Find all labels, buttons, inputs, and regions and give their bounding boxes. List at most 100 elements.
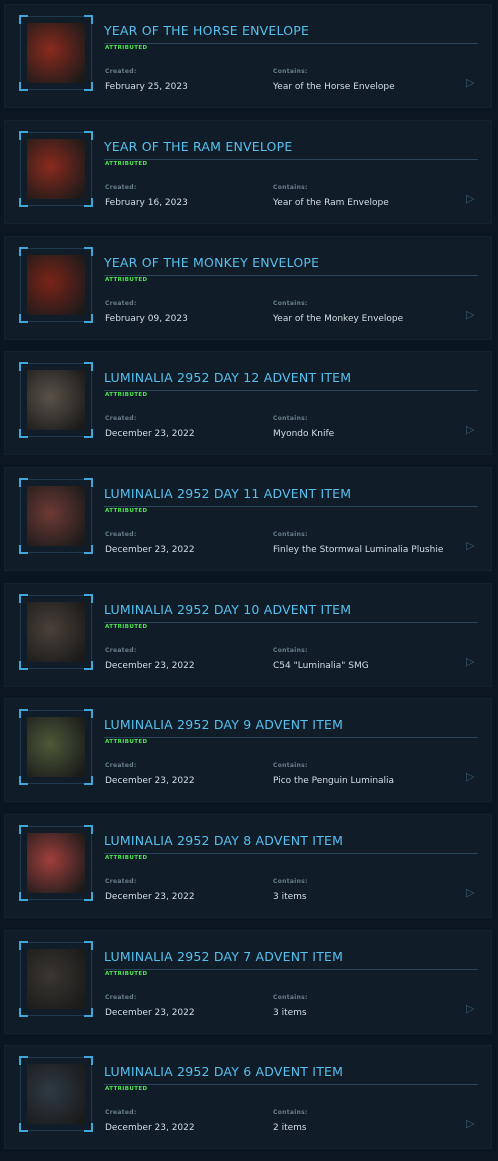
pledge-item-card[interactable]: LUMINALIA 2952 DAY 8 ADVENT ITEM ATTRIBU… (4, 814, 492, 918)
item-title[interactable]: LUMINALIA 2952 DAY 11 ADVENT ITEM (104, 486, 478, 507)
ship-image (27, 1064, 85, 1124)
item-title[interactable]: LUMINALIA 2952 DAY 9 ADVENT ITEM (104, 717, 478, 738)
item-thumbnail[interactable] (19, 594, 93, 670)
expand-arrow-icon[interactable]: ▷ (466, 655, 474, 668)
item-thumbnail[interactable] (19, 1056, 93, 1132)
contains-value: Year of the Monkey Envelope (273, 314, 404, 324)
contains-label: Contains: (273, 300, 308, 307)
pledge-item-card[interactable]: YEAR OF THE MONKEY ENVELOPE ATTRIBUTED C… (4, 236, 492, 340)
status-badge: ATTRIBUTED (105, 508, 148, 514)
item-title[interactable]: YEAR OF THE RAM ENVELOPE (104, 139, 478, 160)
status-badge: ATTRIBUTED (105, 1086, 148, 1092)
pledge-item-card[interactable]: LUMINALIA 2952 DAY 11 ADVENT ITEM ATTRIB… (4, 467, 492, 571)
contains-label: Contains: (273, 531, 308, 538)
created-date: December 23, 2022 (105, 1008, 195, 1018)
red-envelope-image (27, 23, 85, 83)
contains-value: Pico the Penguin Luminalia (273, 776, 395, 786)
red-envelope-image (27, 139, 85, 199)
outfit-image (27, 833, 85, 893)
knife-image (27, 370, 85, 430)
created-date: December 23, 2022 (105, 776, 195, 786)
created-label: Created: (105, 994, 137, 1001)
item-thumbnail[interactable] (19, 362, 93, 438)
created-label: Created: (105, 1109, 137, 1116)
created-label: Created: (105, 878, 137, 885)
expand-arrow-icon[interactable]: ▷ (466, 76, 474, 89)
pledge-item-card[interactable]: LUMINALIA 2952 DAY 7 ADVENT ITEM ATTRIBU… (4, 930, 492, 1034)
item-title[interactable]: LUMINALIA 2952 DAY 10 ADVENT ITEM (104, 602, 478, 623)
contains-label: Contains: (273, 415, 308, 422)
item-thumbnail[interactable] (19, 478, 93, 554)
expand-arrow-icon[interactable]: ▷ (466, 886, 474, 899)
contains-value: 3 items (273, 1008, 307, 1018)
expand-arrow-icon[interactable]: ▷ (466, 1117, 474, 1130)
created-date: December 23, 2022 (105, 429, 195, 439)
pledge-item-card[interactable]: LUMINALIA 2952 DAY 12 ADVENT ITEM ATTRIB… (4, 351, 492, 455)
item-title[interactable]: LUMINALIA 2952 DAY 12 ADVENT ITEM (104, 370, 478, 391)
weapons-rack-image (27, 949, 85, 1009)
item-thumbnail[interactable] (19, 709, 93, 785)
contains-label: Contains: (273, 994, 308, 1001)
contains-value: 3 items (273, 892, 307, 902)
item-title[interactable]: YEAR OF THE MONKEY ENVELOPE (104, 255, 478, 276)
item-title[interactable]: LUMINALIA 2952 DAY 6 ADVENT ITEM (104, 1064, 478, 1085)
item-title[interactable]: LUMINALIA 2952 DAY 7 ADVENT ITEM (104, 949, 478, 970)
status-badge: ATTRIBUTED (105, 971, 148, 977)
contains-label: Contains: (273, 184, 308, 191)
expand-arrow-icon[interactable]: ▷ (466, 770, 474, 783)
created-label: Created: (105, 531, 137, 538)
status-badge: ATTRIBUTED (105, 45, 148, 51)
penguin-plushie-image (27, 717, 85, 777)
created-date: December 23, 2022 (105, 1123, 195, 1133)
expand-arrow-icon[interactable]: ▷ (466, 192, 474, 205)
pledge-item-card[interactable]: LUMINALIA 2952 DAY 9 ADVENT ITEM ATTRIBU… (4, 698, 492, 802)
pledge-item-card[interactable]: YEAR OF THE HORSE ENVELOPE ATTRIBUTED Cr… (4, 4, 492, 108)
item-thumbnail[interactable] (19, 131, 93, 207)
status-badge: ATTRIBUTED (105, 392, 148, 398)
contains-value: C54 "Luminalia" SMG (273, 661, 369, 671)
red-envelope-image (27, 255, 85, 315)
contains-label: Contains: (273, 762, 308, 769)
contains-value: Year of the Ram Envelope (273, 198, 389, 208)
expand-arrow-icon[interactable]: ▷ (466, 539, 474, 552)
created-label: Created: (105, 300, 137, 307)
pledge-item-card[interactable]: YEAR OF THE RAM ENVELOPE ATTRIBUTED Crea… (4, 120, 492, 224)
item-thumbnail[interactable] (19, 941, 93, 1017)
contains-label: Contains: (273, 1109, 308, 1116)
item-thumbnail[interactable] (19, 247, 93, 323)
created-date: February 25, 2023 (105, 82, 188, 92)
status-badge: ATTRIBUTED (105, 277, 148, 283)
created-date: December 23, 2022 (105, 892, 195, 902)
contains-label: Contains: (273, 68, 308, 75)
status-badge: ATTRIBUTED (105, 739, 148, 745)
status-badge: ATTRIBUTED (105, 855, 148, 861)
plushie-image (27, 486, 85, 546)
created-label: Created: (105, 68, 137, 75)
created-date: February 09, 2023 (105, 314, 188, 324)
smg-image (27, 602, 85, 662)
created-label: Created: (105, 415, 137, 422)
contains-label: Contains: (273, 878, 308, 885)
created-date: December 23, 2022 (105, 661, 195, 671)
contains-value: Finley the Stormwal Luminalia Plushie (273, 545, 444, 555)
expand-arrow-icon[interactable]: ▷ (466, 1002, 474, 1015)
created-date: February 16, 2023 (105, 198, 188, 208)
contains-value: Myondo Knife (273, 429, 335, 439)
created-label: Created: (105, 647, 137, 654)
created-label: Created: (105, 184, 137, 191)
item-thumbnail[interactable] (19, 825, 93, 901)
expand-arrow-icon[interactable]: ▷ (466, 423, 474, 436)
pledge-item-list: YEAR OF THE HORSE ENVELOPE ATTRIBUTED Cr… (0, 0, 498, 1161)
pledge-item-card[interactable]: LUMINALIA 2952 DAY 10 ADVENT ITEM ATTRIB… (4, 583, 492, 687)
expand-arrow-icon[interactable]: ▷ (466, 308, 474, 321)
contains-value: Year of the Horse Envelope (273, 82, 395, 92)
created-label: Created: (105, 762, 137, 769)
item-title[interactable]: YEAR OF THE HORSE ENVELOPE (104, 23, 478, 44)
item-title[interactable]: LUMINALIA 2952 DAY 8 ADVENT ITEM (104, 833, 478, 854)
status-badge: ATTRIBUTED (105, 161, 148, 167)
item-thumbnail[interactable] (19, 15, 93, 91)
contains-value: 2 items (273, 1123, 307, 1133)
pledge-item-card[interactable]: LUMINALIA 2952 DAY 6 ADVENT ITEM ATTRIBU… (4, 1045, 492, 1149)
contains-label: Contains: (273, 647, 308, 654)
status-badge: ATTRIBUTED (105, 624, 148, 630)
